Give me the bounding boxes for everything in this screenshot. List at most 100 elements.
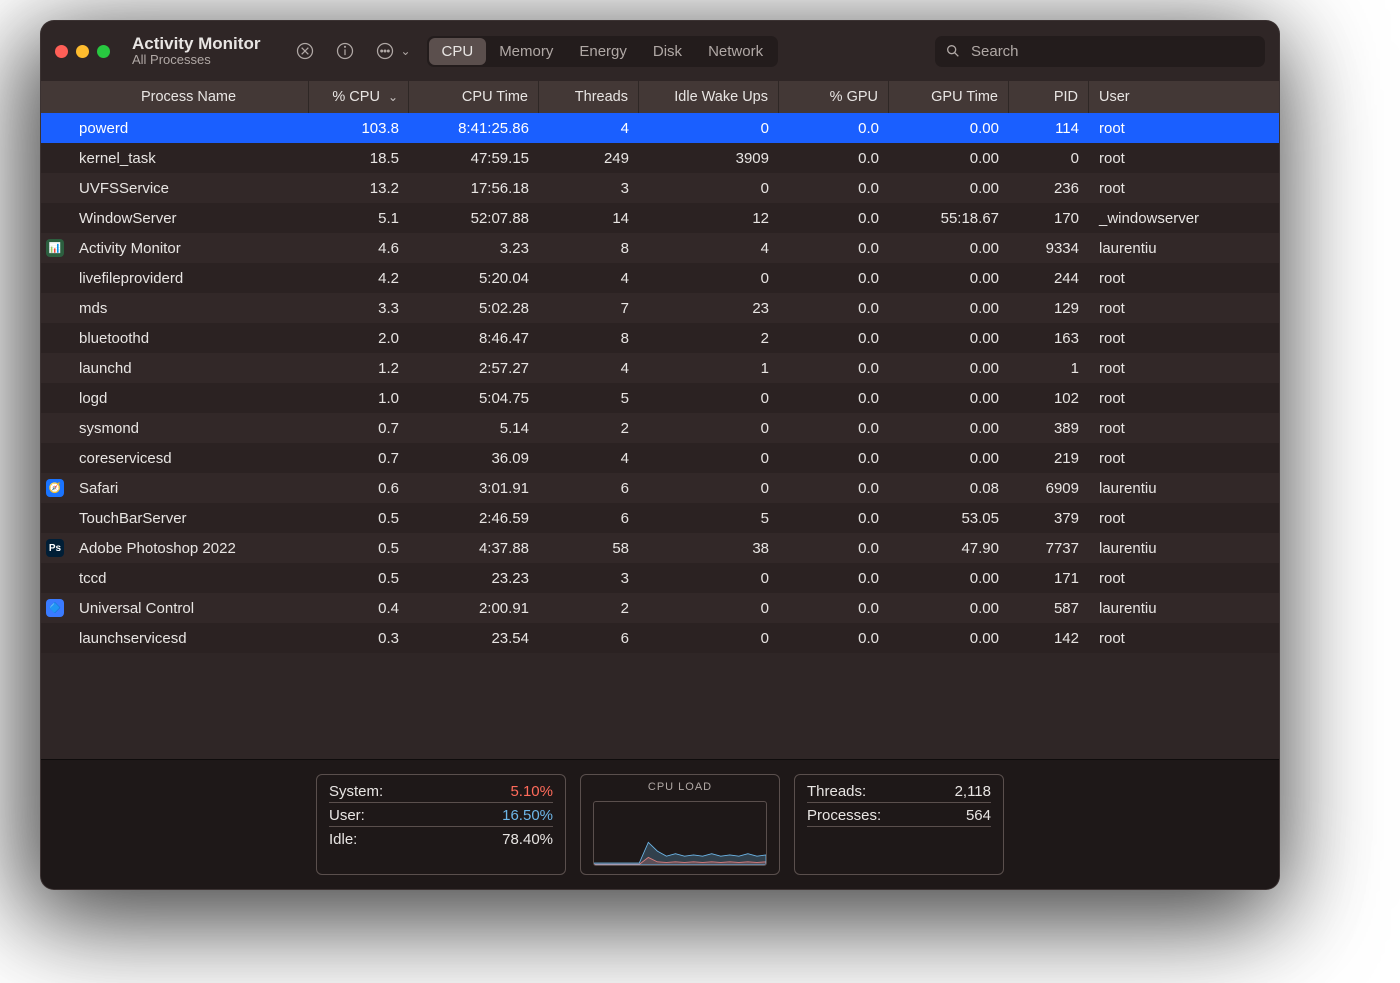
cell-cpu: 18.5 <box>309 150 409 167</box>
cell-cputime: 47:59.15 <box>409 150 539 167</box>
cell-name: launchd <box>69 360 309 377</box>
col-header-name[interactable]: Process Name <box>69 81 309 113</box>
cell-name: coreservicesd <box>69 450 309 467</box>
cell-cputime: 5.14 <box>409 420 539 437</box>
minimize-button[interactable] <box>76 45 89 58</box>
cell-pid: 163 <box>1009 330 1089 347</box>
cell-cpu: 3.3 <box>309 300 409 317</box>
cell-gputime: 53.05 <box>889 510 1009 527</box>
info-button[interactable] <box>330 36 360 66</box>
close-button[interactable] <box>55 45 68 58</box>
col-header-cputime[interactable]: CPU Time <box>409 81 539 113</box>
cell-threads: 3 <box>539 180 639 197</box>
zoom-button[interactable] <box>97 45 110 58</box>
table-row[interactable]: WindowServer5.152:07.8814120.055:18.6717… <box>41 203 1279 233</box>
cell-pid: 219 <box>1009 450 1089 467</box>
cell-name: Activity Monitor <box>69 240 309 257</box>
tab-energy[interactable]: Energy <box>566 38 640 65</box>
col-header-user[interactable]: User <box>1089 81 1279 113</box>
cell-gpu: 0.0 <box>779 450 889 467</box>
col-header-threads[interactable]: Threads <box>539 81 639 113</box>
cell-gputime: 0.00 <box>889 300 1009 317</box>
cell-pid: 379 <box>1009 510 1089 527</box>
table-row[interactable]: launchd1.22:57.27410.00.001root <box>41 353 1279 383</box>
cell-name: kernel_task <box>69 150 309 167</box>
cell-cpu: 1.2 <box>309 360 409 377</box>
stop-process-button[interactable] <box>290 36 320 66</box>
cell-cputime: 2:00.91 <box>409 600 539 617</box>
tab-cpu[interactable]: CPU <box>429 38 487 65</box>
table-row[interactable]: powerd103.88:41:25.86400.00.00114root <box>41 113 1279 143</box>
cell-gpu: 0.0 <box>779 570 889 587</box>
tab-memory[interactable]: Memory <box>486 38 566 65</box>
cell-cpu: 4.6 <box>309 240 409 257</box>
summary-footer: System: 5.10% User: 16.50% Idle: 78.40% … <box>41 759 1279 889</box>
table-row[interactable]: 🧭Safari0.63:01.91600.00.086909laurentiu <box>41 473 1279 503</box>
cell-gputime: 0.00 <box>889 240 1009 257</box>
cell-threads: 2 <box>539 420 639 437</box>
app-icon-cell: Ps <box>41 539 69 557</box>
cell-pid: 171 <box>1009 570 1089 587</box>
table-row[interactable]: 🔷Universal Control0.42:00.91200.00.00587… <box>41 593 1279 623</box>
cell-name: WindowServer <box>69 210 309 227</box>
cell-gputime: 0.00 <box>889 570 1009 587</box>
cell-user: root <box>1089 360 1279 377</box>
cell-user: root <box>1089 510 1279 527</box>
cell-cputime: 17:56.18 <box>409 180 539 197</box>
cell-cputime: 36.09 <box>409 450 539 467</box>
table-row[interactable]: TouchBarServer0.52:46.59650.053.05379roo… <box>41 503 1279 533</box>
more-options-button[interactable] <box>370 36 400 66</box>
table-row[interactable]: 📊Activity Monitor4.63.23840.00.009334lau… <box>41 233 1279 263</box>
cell-name: livefileproviderd <box>69 270 309 287</box>
cell-cputime: 2:46.59 <box>409 510 539 527</box>
cell-gputime: 0.00 <box>889 270 1009 287</box>
cell-gputime: 0.00 <box>889 150 1009 167</box>
cell-wake: 0 <box>639 180 779 197</box>
col-header-wake[interactable]: Idle Wake Ups <box>639 81 779 113</box>
user-value: 16.50% <box>502 807 553 824</box>
tab-disk[interactable]: Disk <box>640 38 695 65</box>
cell-gpu: 0.0 <box>779 210 889 227</box>
cell-wake: 0 <box>639 630 779 647</box>
cell-cpu: 0.7 <box>309 420 409 437</box>
cell-threads: 8 <box>539 240 639 257</box>
col-header-pid[interactable]: PID <box>1009 81 1089 113</box>
table-row[interactable]: livefileproviderd4.25:20.04400.00.00244r… <box>41 263 1279 293</box>
title-block: Activity Monitor All Processes <box>132 35 260 66</box>
table-row[interactable]: bluetoothd2.08:46.47820.00.00163root <box>41 323 1279 353</box>
tab-network[interactable]: Network <box>695 38 776 65</box>
cell-wake: 1 <box>639 360 779 377</box>
cell-gputime: 0.00 <box>889 450 1009 467</box>
chevron-down-icon[interactable]: ⌄ <box>400 44 410 58</box>
table-row[interactable]: UVFSService13.217:56.18300.00.00236root <box>41 173 1279 203</box>
cpu-breakdown-panel: System: 5.10% User: 16.50% Idle: 78.40% <box>316 774 566 875</box>
search-icon <box>945 43 961 59</box>
table-row[interactable]: launchservicesd0.323.54600.00.00142root <box>41 623 1279 653</box>
table-row[interactable]: coreservicesd0.736.09400.00.00219root <box>41 443 1279 473</box>
cell-user: root <box>1089 180 1279 197</box>
table-row[interactable]: kernel_task18.547:59.1524939090.00.000ro… <box>41 143 1279 173</box>
cell-pid: 0 <box>1009 150 1089 167</box>
cell-wake: 0 <box>639 120 779 137</box>
cell-threads: 4 <box>539 120 639 137</box>
cell-gpu: 0.0 <box>779 270 889 287</box>
col-header-gputime[interactable]: GPU Time <box>889 81 1009 113</box>
cell-pid: 244 <box>1009 270 1089 287</box>
cell-user: laurentiu <box>1089 540 1279 557</box>
search-input[interactable] <box>969 42 1255 61</box>
cell-wake: 0 <box>639 570 779 587</box>
cell-user: root <box>1089 330 1279 347</box>
cell-wake: 2 <box>639 330 779 347</box>
cell-gpu: 0.0 <box>779 630 889 647</box>
table-row[interactable]: tccd0.523.23300.00.00171root <box>41 563 1279 593</box>
search-field[interactable] <box>935 36 1265 67</box>
category-tabs: CPUMemoryEnergyDiskNetwork <box>427 36 779 67</box>
table-row[interactable]: logd1.05:04.75500.00.00102root <box>41 383 1279 413</box>
col-header-gpu[interactable]: % GPU <box>779 81 889 113</box>
col-header-cpu[interactable]: % CPU⌄ <box>309 81 409 113</box>
window-controls <box>55 45 110 58</box>
table-row[interactable]: PsAdobe Photoshop 20220.54:37.8858380.04… <box>41 533 1279 563</box>
table-row[interactable]: sysmond0.75.14200.00.00389root <box>41 413 1279 443</box>
table-row[interactable]: mds3.35:02.287230.00.00129root <box>41 293 1279 323</box>
cell-cpu: 2.0 <box>309 330 409 347</box>
